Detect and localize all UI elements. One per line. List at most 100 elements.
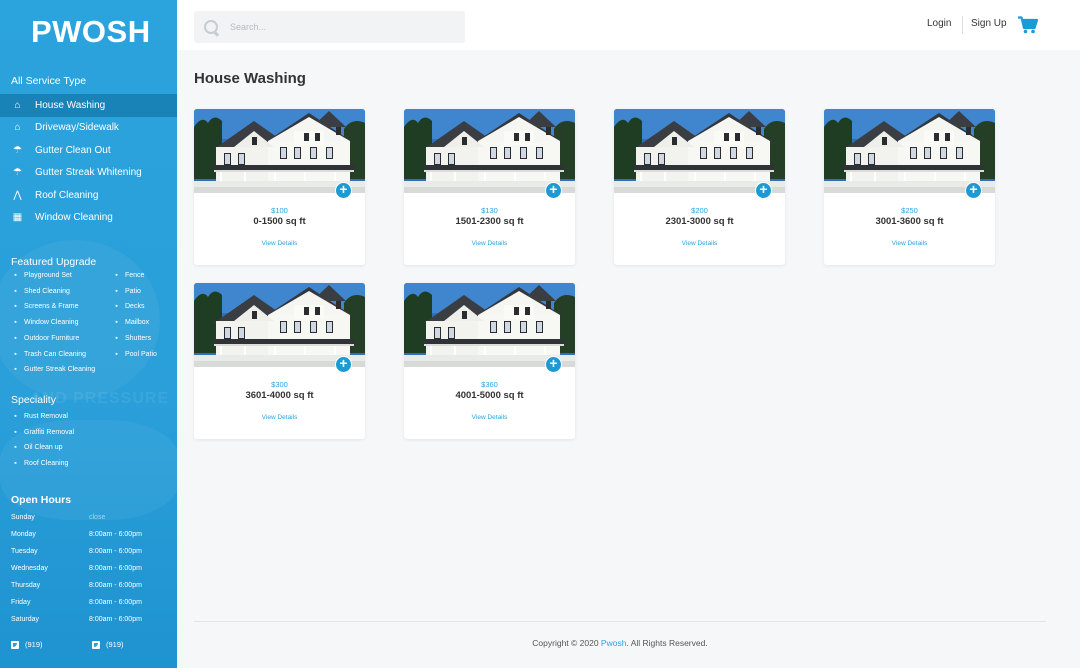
upgrade-item[interactable]: ▪ Roof Cleaning (11, 460, 68, 467)
phone-contact[interactable]: (919) (11, 640, 43, 649)
upgrade-label: Mailbox (125, 319, 150, 327)
hours-day: Thursday (11, 582, 41, 589)
hours-time: 8:00am - 6:00pm (89, 548, 142, 555)
hours-day: Tuesday (11, 548, 38, 555)
login-link[interactable]: Login (927, 18, 951, 29)
sidebar-item-roof-cleaning[interactable]: ⋀ Roof Cleaning (0, 184, 177, 207)
sidebar-item-label: Driveway/Sidewalk (35, 122, 119, 134)
sidebar-item-label: House Washing (35, 99, 106, 111)
footer-brand-link[interactable]: Pwosh (601, 638, 627, 648)
sidebar-item-house-washing[interactable]: ⌂ House Washing (0, 94, 177, 117)
footer-divider (194, 621, 1046, 622)
upgrade-item[interactable]: ▪ Fence (112, 272, 144, 279)
upgrade-label: Shed Cleaning (24, 287, 70, 295)
upgrade-item[interactable]: ▪ Playground Set (11, 272, 72, 279)
upgrade-item[interactable]: ▪ Graffiti Removal (11, 429, 74, 436)
upgrade-icon: ▪ (115, 334, 118, 342)
upgrade-item[interactable]: ▪ Shed Cleaning (11, 288, 70, 295)
sidebar-item-driveway-sidewalk[interactable]: ⌂ Driveway/Sidewalk (0, 117, 177, 140)
add-to-cart-button[interactable]: + (545, 182, 562, 199)
upgrade-label: Decks (125, 303, 145, 311)
view-details-link[interactable]: View Details (194, 240, 365, 247)
page-title: House Washing (194, 70, 306, 87)
package-card[interactable]: + $250 3001-3600 sq ft View Details (824, 109, 995, 265)
upgrade-icon: ▪ (14, 272, 17, 279)
package-size: 1501-2300 sq ft (455, 216, 524, 227)
hours-day: Friday (11, 599, 31, 606)
service-type-heading: All Service Type (11, 75, 87, 87)
sidebar-item-label: Gutter Streak Whitening (35, 167, 142, 179)
upgrade-icon: ▪ (115, 350, 118, 358)
upgrade-icon: ▪ (115, 272, 118, 279)
hours-time: 8:00am - 6:00pm (89, 531, 142, 538)
hours-time: 8:00am - 6:00pm (89, 582, 142, 589)
view-details-link[interactable]: View Details (194, 414, 365, 421)
signup-link[interactable]: Sign Up (971, 18, 1007, 29)
upgrade-item[interactable]: ▪ Outdoor Furniture (11, 335, 79, 342)
upgrade-item[interactable]: ▪ Pool Patio (112, 351, 157, 358)
open-hours-heading: Open Hours (11, 494, 72, 506)
upgrade-label: Playground Set (24, 272, 72, 279)
gutter-icon: ☂ (13, 144, 22, 156)
sidebar-item-gutter-streak-whitening[interactable]: ☂ Gutter Streak Whitening (0, 162, 177, 185)
upgrade-icon: ▪ (14, 413, 17, 420)
view-details-link[interactable]: View Details (614, 240, 785, 247)
package-card[interactable]: + $360 4001-5000 sq ft View Details (404, 283, 575, 439)
featured-upgrade-heading: Featured Upgrade (11, 256, 97, 268)
upgrade-icon: ▪ (14, 319, 17, 327)
upgrade-item[interactable]: ▪ Trash Can Cleaning (11, 351, 86, 358)
upgrade-item[interactable]: ▪ Mailbox (112, 319, 149, 326)
search-icon (204, 19, 219, 35)
upgrade-item[interactable]: ▪ Patio (112, 288, 141, 295)
phone-contact[interactable]: (919) (92, 640, 124, 649)
upgrade-icon: ▪ (14, 366, 17, 374)
logo[interactable]: PWOSH (31, 14, 151, 50)
view-details-link[interactable]: View Details (404, 414, 575, 421)
add-to-cart-button[interactable]: + (335, 356, 352, 373)
upgrade-item[interactable]: ▪ Window Cleaning (11, 319, 78, 326)
sidebar-item-gutter-clean-out[interactable]: ☂ Gutter Clean Out (0, 139, 177, 162)
upgrade-label: Fence (125, 272, 145, 279)
search-bar[interactable] (194, 11, 465, 43)
add-to-cart-button[interactable]: + (965, 182, 982, 199)
upgrade-label: Trash Can Cleaning (24, 350, 86, 358)
package-card[interactable]: + $300 3601-4000 sq ft View Details (194, 283, 365, 439)
add-to-cart-button[interactable]: + (335, 182, 352, 199)
add-to-cart-button[interactable]: + (545, 356, 562, 373)
gutter-streak-icon: ☂ (13, 167, 22, 179)
package-price: $300 (271, 380, 288, 389)
upgrade-icon: ▪ (14, 350, 17, 358)
view-details-link[interactable]: View Details (824, 240, 995, 247)
add-to-cart-button[interactable]: + (755, 182, 772, 199)
package-card[interactable]: + $200 2301-3000 sq ft View Details (614, 109, 785, 265)
upgrade-item[interactable]: ▪ Screens & Frame (11, 303, 78, 310)
view-details-link[interactable]: View Details (404, 240, 575, 247)
hours-time: close (89, 514, 106, 521)
hours-time: 8:00am - 6:00pm (89, 565, 142, 572)
package-card[interactable]: + $100 0-1500 sq ft View Details (194, 109, 365, 265)
package-price: $100 (271, 206, 288, 215)
upgrade-item[interactable]: ▪ Oil Clean up (11, 444, 63, 452)
package-price: $130 (481, 206, 498, 215)
package-price: $200 (691, 206, 708, 215)
cart-icon[interactable] (1018, 16, 1038, 34)
upgrade-label: Outdoor Furniture (24, 334, 80, 342)
upgrade-item[interactable]: ▪ Shutters (112, 335, 151, 342)
header-divider (962, 16, 963, 34)
search-input[interactable] (230, 22, 430, 32)
package-price: $360 (481, 380, 498, 389)
hours-day: Wednesday (11, 565, 48, 572)
sidebar-item-window-cleaning[interactable]: ▦ Window Cleaning (0, 207, 177, 230)
package-card[interactable]: + $130 1501-2300 sq ft View Details (404, 109, 575, 265)
upgrade-item[interactable]: ▪ Gutter Streak Cleaning (11, 366, 95, 373)
package-size: 3001-3600 sq ft (875, 216, 944, 227)
upgrade-label: Gutter Streak Cleaning (24, 366, 96, 374)
upgrade-label: Oil Clean up (24, 444, 63, 452)
upgrade-icon: ▪ (14, 334, 17, 342)
upgrade-icon: ▪ (14, 460, 17, 468)
upgrade-item[interactable]: ▪ Decks (112, 303, 144, 310)
upgrade-label: Screens & Frame (24, 303, 79, 311)
upgrade-item[interactable]: ▪ Rust Removal (11, 413, 68, 420)
phone-number: (919) (106, 640, 124, 649)
sidebar: AND PRESSURE PWOSH All Service Type ⌂ Hou… (0, 0, 177, 668)
